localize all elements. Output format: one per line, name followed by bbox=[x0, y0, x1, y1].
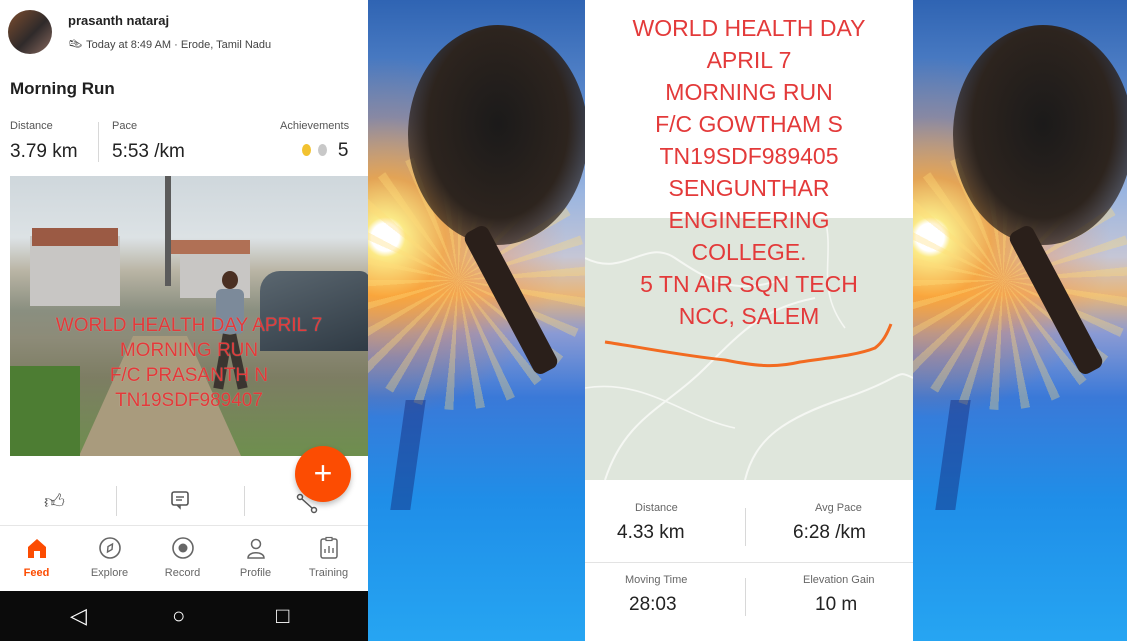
activity-stats-panel: Distance 4.33 km Avg Pace 6:28 /km Movin… bbox=[585, 482, 913, 641]
overlay-line: MORNING RUN bbox=[119, 340, 259, 361]
tab-label: Feed bbox=[23, 567, 50, 579]
overlay-text-right: WORLD HEALTH DAY APRIL 7 MORNING RUN F/C… bbox=[585, 12, 913, 332]
overlay-line: WORLD HEALTH DAY bbox=[632, 15, 866, 41]
action-divider bbox=[116, 486, 117, 516]
bottom-tab-bar: Feed Explore Record Profile Training bbox=[0, 525, 368, 592]
activity-time-location: Today at 8:49 AM · Erode, Tamil Nadu bbox=[86, 39, 272, 51]
activity-title[interactable]: Morning Run bbox=[10, 79, 115, 99]
scenic-sunset-photo-right bbox=[913, 0, 1127, 641]
tab-feed[interactable]: Feed bbox=[0, 526, 73, 592]
overlay-line: NCC, SALEM bbox=[678, 303, 820, 329]
tab-profile[interactable]: Profile bbox=[219, 526, 292, 592]
action-divider bbox=[244, 486, 245, 516]
tab-label: Profile bbox=[239, 567, 272, 579]
photo-building bbox=[30, 236, 120, 306]
photo-roof bbox=[170, 240, 250, 254]
overlay-line: COLLEGE. bbox=[691, 239, 807, 265]
distance-label: Distance bbox=[635, 502, 678, 514]
activity-photo[interactable]: WORLD HEALTH DAY APRIL 7 MORNING RUN F/C… bbox=[10, 176, 368, 456]
overlay-line: TN19SDF989407 bbox=[115, 390, 263, 411]
back-nav-button[interactable]: ◁ bbox=[70, 603, 87, 629]
pace-value: 5:53 /km bbox=[112, 141, 185, 162]
distance-value: 4.33 km bbox=[617, 522, 685, 543]
distance-label: Distance bbox=[10, 120, 53, 132]
tab-label: Explore bbox=[90, 567, 129, 579]
recents-nav-button[interactable]: □ bbox=[276, 603, 289, 629]
home-icon bbox=[23, 536, 51, 560]
overlay-line: SENGUNTHAR bbox=[668, 175, 830, 201]
overlay-line: MORNING RUN bbox=[665, 79, 833, 105]
home-nav-button[interactable]: ○ bbox=[172, 603, 185, 629]
gold-medal-icon bbox=[302, 144, 311, 156]
thumbs-up-icon[interactable]: 👍︎ bbox=[44, 490, 65, 514]
tree-shadow bbox=[935, 400, 971, 510]
moving-time-value: 28:03 bbox=[629, 594, 677, 615]
tree-silhouette bbox=[408, 25, 585, 245]
overlay-line: ENGINEERING bbox=[668, 207, 830, 233]
tree-silhouette bbox=[953, 25, 1127, 245]
overlay-line: F/C GOWTHAM S bbox=[655, 111, 843, 137]
tab-record[interactable]: Record bbox=[146, 526, 219, 592]
achievements-value: 5 bbox=[337, 140, 349, 161]
avg-pace-label: Avg Pace bbox=[815, 502, 862, 514]
elevation-gain-label: Elevation Gain bbox=[803, 574, 875, 586]
shoe-icon: 👟︎ bbox=[68, 37, 84, 51]
android-nav-bar: ◁ ○ □ bbox=[0, 591, 368, 641]
photo-overlay-text: WORLD HEALTH DAY APRIL 7 MORNING RUN F/C… bbox=[10, 313, 368, 413]
scenic-sunset-photo-left bbox=[368, 0, 585, 641]
tab-training[interactable]: Training bbox=[292, 526, 365, 592]
stat-divider bbox=[745, 578, 746, 616]
compass-icon bbox=[96, 536, 124, 560]
person-icon bbox=[242, 536, 270, 560]
tab-label: Record bbox=[164, 567, 201, 579]
overlay-line: F/C PRASANTH N bbox=[109, 365, 269, 386]
activity-feed-screen: prasanth nataraj 👟︎ Today at 8:49 AM · E… bbox=[0, 0, 368, 641]
pace-label: Pace bbox=[112, 120, 138, 132]
overlay-line: WORLD HEALTH DAY APRIL 7 bbox=[55, 315, 323, 336]
athlete-name[interactable]: prasanth nataraj bbox=[68, 13, 169, 28]
avatar[interactable] bbox=[8, 10, 52, 54]
add-fab-button[interactable]: + bbox=[295, 446, 351, 502]
comment-icon[interactable] bbox=[170, 490, 190, 516]
overlay-line: TN19SDF989405 bbox=[659, 143, 839, 169]
distance-value: 3.79 km bbox=[10, 141, 78, 162]
photo-roof bbox=[32, 228, 118, 246]
overlay-line: APRIL 7 bbox=[706, 47, 792, 73]
elevation-gain-value: 10 m bbox=[815, 594, 858, 615]
silver-medal-icon bbox=[318, 144, 328, 156]
photo-tower bbox=[165, 176, 171, 286]
tab-explore[interactable]: Explore bbox=[73, 526, 146, 592]
clipboard-chart-icon bbox=[315, 536, 343, 560]
tree-shadow bbox=[390, 400, 426, 510]
record-icon bbox=[169, 536, 197, 560]
tab-label: Training bbox=[308, 567, 349, 579]
moving-time-label: Moving Time bbox=[625, 574, 688, 586]
stat-divider bbox=[745, 508, 746, 546]
activity-meta: 👟︎ Today at 8:49 AM · Erode, Tamil Nadu bbox=[68, 37, 271, 51]
achievements-value-group[interactable]: 5 bbox=[302, 140, 348, 162]
stat-row-divider bbox=[585, 562, 913, 563]
avg-pace-value: 6:28 /km bbox=[793, 522, 866, 543]
achievements-label: Achievements bbox=[280, 120, 350, 132]
overlay-line: 5 TN AIR SQN TECH bbox=[640, 271, 858, 297]
activity-detail-screen: WORLD HEALTH DAY APRIL 7 MORNING RUN F/C… bbox=[585, 0, 913, 641]
stat-divider bbox=[98, 122, 99, 162]
